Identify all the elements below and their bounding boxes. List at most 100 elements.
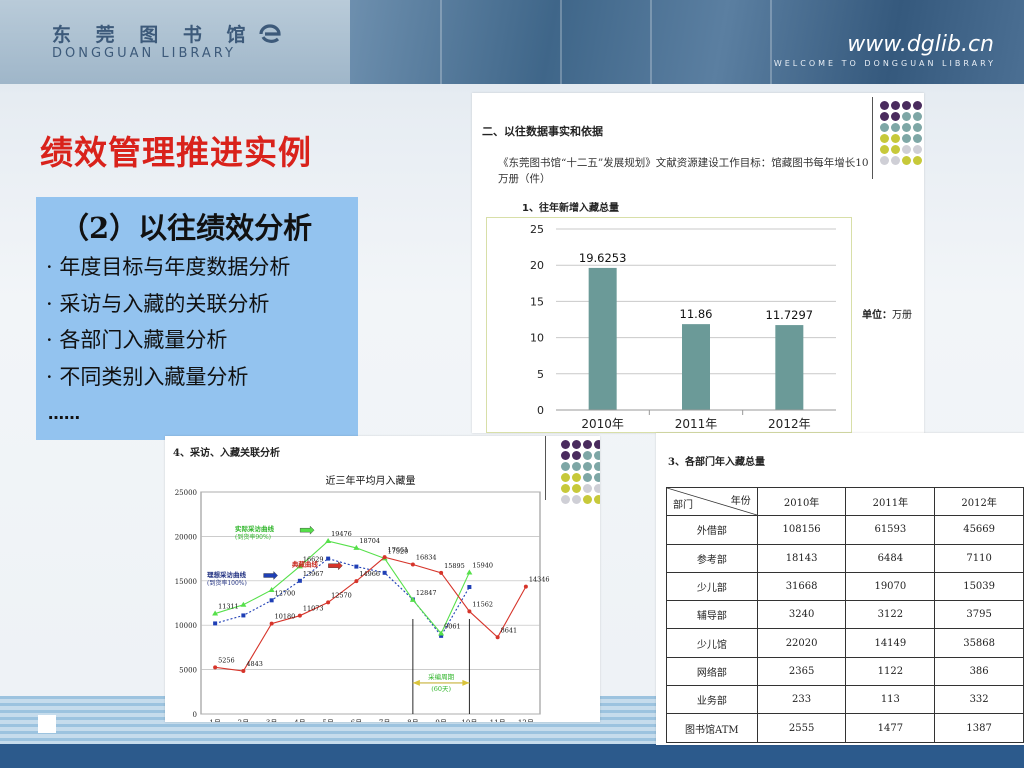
data-point bbox=[269, 598, 274, 603]
bar-value-label: 11.7297 bbox=[766, 308, 814, 322]
decor-dot bbox=[572, 462, 581, 471]
decor-dot bbox=[891, 156, 900, 165]
decor-dot bbox=[902, 112, 911, 121]
data-point bbox=[241, 668, 246, 673]
line-chart-title: 近三年平均月入藏量 bbox=[326, 474, 416, 487]
library-name-cn: 东 莞 图 书 馆 bbox=[52, 24, 255, 46]
series-legend: 理想采访曲线(到货率100%) bbox=[207, 570, 278, 587]
y-tick-label: 15 bbox=[530, 295, 544, 308]
data-point bbox=[297, 613, 302, 618]
acquisition-correlation-card: 4、采访、入藏关联分析 近三年平均月入藏量 0 5000 10000 15000 2000… bbox=[165, 436, 600, 722]
bar-chart: 0 5 10 15 20 25 19.6253 2010年 11.86 2011年 11.7297 2… bbox=[530, 223, 836, 431]
series-subtitle: (到货率100%) bbox=[207, 579, 247, 587]
data-point bbox=[213, 621, 218, 626]
decor-dot bbox=[594, 473, 600, 482]
decor-dot bbox=[583, 495, 592, 504]
y-tick-label: 25 bbox=[530, 223, 544, 236]
value-cell: 386 bbox=[934, 656, 1024, 687]
decor-dot bbox=[880, 145, 889, 154]
data-label: 14346 bbox=[529, 576, 550, 584]
table-corner-cell: 部门 年份 bbox=[666, 486, 758, 517]
decor-dot bbox=[572, 473, 581, 482]
decor-dot bbox=[583, 440, 592, 449]
bullet-item: · 年度目标与年度数据分析 bbox=[46, 255, 291, 279]
value-cell: 31668 bbox=[756, 571, 847, 602]
data-label: 15940 bbox=[472, 561, 493, 569]
decor-dot bbox=[880, 134, 889, 143]
decor-dot bbox=[913, 101, 922, 110]
year-header: 2011年 bbox=[845, 486, 936, 517]
data-point bbox=[382, 555, 387, 560]
decor-dot bbox=[891, 123, 900, 132]
panel-heading: （2）以往绩效分析 bbox=[60, 211, 313, 245]
value-cell: 1477 bbox=[845, 713, 936, 743]
library-e-logo-icon bbox=[259, 24, 281, 43]
dept-name-cell: 少儿馆 bbox=[666, 628, 758, 658]
decor-dot bbox=[583, 451, 592, 460]
data-label: 4843 bbox=[246, 660, 263, 668]
decor-dot bbox=[891, 101, 900, 110]
analysis-panel: （2）以往绩效分析 · 年度目标与年度数据分析 · 采访与入藏的关联分析 · 各… bbox=[36, 197, 358, 440]
x-tick-label: 6月 bbox=[351, 719, 362, 722]
decor-dot bbox=[572, 440, 581, 449]
data-label: 18704 bbox=[359, 537, 380, 545]
bullet-list: · 年度目标与年度数据分析 · 采访与入藏的关联分析 · 各部门入藏量分析 · … bbox=[46, 249, 290, 395]
x-tick-label: 2010年 bbox=[581, 417, 624, 431]
data-label: 10180 bbox=[275, 613, 296, 621]
slide-title: 绩效管理推进实例 bbox=[40, 133, 312, 172]
data-label: 5256 bbox=[218, 656, 235, 664]
x-tick-label: 10月 bbox=[461, 719, 477, 722]
data-point bbox=[325, 538, 332, 544]
series-name: 理想采访曲线 bbox=[207, 570, 247, 579]
decor-dot bbox=[572, 451, 581, 460]
dept-name-cell: 参考部 bbox=[666, 543, 758, 573]
value-cell: 15039 bbox=[934, 571, 1024, 602]
decor-dot bbox=[913, 134, 922, 143]
data-point bbox=[241, 613, 246, 618]
table-header-row: 部门 年份 2010年 2011年 2012年 bbox=[666, 486, 1024, 517]
series-name: 实际采访曲线 bbox=[235, 524, 275, 533]
dept-name-cell: 辅导部 bbox=[666, 600, 758, 630]
decor-dot bbox=[880, 101, 889, 110]
data-point bbox=[467, 585, 472, 590]
value-cell: 22020 bbox=[756, 628, 847, 658]
decor-dot bbox=[561, 462, 570, 471]
decor-dot bbox=[913, 112, 922, 121]
decor-dot bbox=[880, 112, 889, 121]
data-point bbox=[466, 569, 473, 575]
data-label: 14966 bbox=[359, 570, 380, 578]
table-row: 辅导部 3240 3122 3795 bbox=[666, 600, 1024, 630]
value-cell: 2365 bbox=[756, 656, 847, 687]
dept-name-cell: 少儿部 bbox=[666, 571, 758, 602]
decor-dot bbox=[891, 134, 900, 143]
site-url[interactable]: www.dglib.cn bbox=[847, 32, 994, 57]
decor-dot bbox=[594, 495, 600, 504]
y-tick-label: 20000 bbox=[175, 533, 197, 541]
data-label: 13967 bbox=[303, 570, 324, 578]
value-cell: 2555 bbox=[756, 713, 847, 743]
table-row: 少儿馆 22020 14149 35868 bbox=[666, 628, 1024, 658]
decor-dot bbox=[902, 134, 911, 143]
value-cell: 1122 bbox=[845, 656, 936, 687]
decor-dot bbox=[572, 484, 581, 493]
cycle-label: 采编周期 bbox=[428, 672, 455, 681]
decor-dot bbox=[561, 495, 570, 504]
decor-dot bbox=[913, 156, 922, 165]
value-cell: 14149 bbox=[845, 628, 936, 658]
card1-heading: 二、以往数据事实和依据 bbox=[482, 125, 603, 138]
data-label: 17661 bbox=[388, 546, 409, 554]
data-point bbox=[326, 600, 331, 605]
x-tick-label: 12月 bbox=[518, 719, 534, 722]
data-label: 16834 bbox=[416, 554, 437, 562]
decor-dot bbox=[902, 123, 911, 132]
decor-dot bbox=[583, 473, 592, 482]
data-label: 11562 bbox=[472, 600, 493, 608]
card1-paragraph: 《东莞图书馆“十二五”发展规划》文献资源建设工作目标：馆藏图书每年增长10万册（… bbox=[498, 157, 869, 185]
y-tick-label: 25000 bbox=[175, 489, 197, 497]
decor-dot bbox=[880, 123, 889, 132]
year-header: 2012年 bbox=[934, 486, 1024, 517]
decor-dot bbox=[594, 462, 600, 471]
decor-dot bbox=[902, 101, 911, 110]
data-point bbox=[213, 665, 218, 670]
data-point bbox=[523, 584, 528, 589]
